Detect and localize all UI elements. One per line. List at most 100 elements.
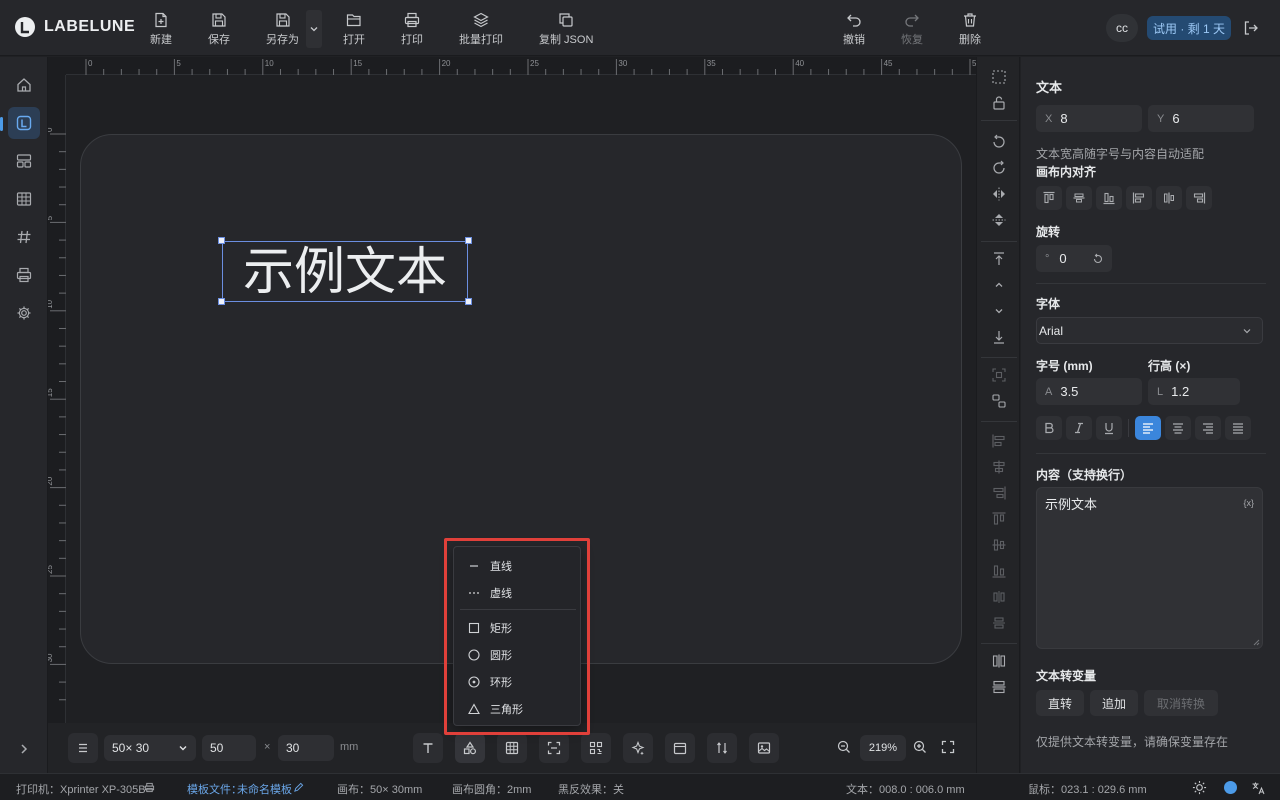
canvas-align-top-button[interactable] <box>1036 186 1062 210</box>
canvas-align-bottom-button[interactable] <box>1096 186 1122 210</box>
align-left-button[interactable] <box>991 433 1007 449</box>
batch-print-button[interactable]: 批量打印 <box>459 12 503 47</box>
bold-button[interactable] <box>1036 416 1062 440</box>
add-date-button[interactable] <box>665 733 695 763</box>
center-v-button[interactable] <box>991 679 1007 695</box>
lock-button[interactable] <box>991 95 1007 111</box>
center-h-button[interactable] <box>991 653 1007 669</box>
resize-handle-nw[interactable] <box>218 237 225 244</box>
ai-button[interactable] <box>623 733 653 763</box>
expand-sidebar-button[interactable] <box>8 733 40 765</box>
text-element[interactable]: 示例文本 <box>222 241 468 302</box>
sidebar-item-serial[interactable] <box>8 221 40 253</box>
add-serial-button[interactable] <box>707 733 737 763</box>
translate-icon[interactable] <box>1251 781 1265 795</box>
zoom-level[interactable]: 219% <box>860 735 906 761</box>
save-as-dropdown[interactable] <box>306 10 322 48</box>
line-height-input[interactable]: L 1.2 <box>1148 378 1240 405</box>
sidebar-item-table[interactable] <box>8 183 40 215</box>
zoom-out-button[interactable] <box>837 740 851 754</box>
logout-button[interactable] <box>1243 20 1259 36</box>
add-table-button[interactable] <box>497 733 527 763</box>
send-to-back-button[interactable] <box>991 329 1007 345</box>
width-input[interactable]: 50 <box>202 735 256 761</box>
distribute-h-button[interactable] <box>991 589 1007 605</box>
redo-button[interactable]: 恢复 <box>901 12 923 47</box>
y-position-input[interactable]: Y 6 <box>1148 105 1254 132</box>
resize-handle-se[interactable] <box>465 298 472 305</box>
font-select[interactable]: Arial <box>1036 317 1263 344</box>
save-button[interactable]: 保存 <box>208 12 230 47</box>
align-top-button[interactable] <box>991 511 1007 527</box>
zoom-in-button[interactable] <box>913 740 927 754</box>
bring-forward-button[interactable] <box>991 277 1007 293</box>
direct-convert-button[interactable]: 直转 <box>1036 690 1084 716</box>
copy-json-button[interactable]: 复制 JSON <box>539 12 593 47</box>
rotation-input[interactable]: ° 0 <box>1036 245 1112 272</box>
italic-button[interactable] <box>1066 416 1092 440</box>
sidebar-item-settings[interactable] <box>8 297 40 329</box>
group-button[interactable] <box>991 367 1007 383</box>
delete-button[interactable]: 删除 <box>959 12 981 47</box>
text-align-left-button[interactable] <box>1135 416 1161 440</box>
trial-badge[interactable]: 试用 · 剩 1 天 <box>1147 16 1231 40</box>
ungroup-button[interactable] <box>991 393 1007 409</box>
add-image-button[interactable] <box>749 733 779 763</box>
send-backward-button[interactable] <box>991 303 1007 319</box>
sidebar-item-label-editor[interactable] <box>8 107 40 139</box>
canvas-align-middle-button[interactable] <box>1066 186 1092 210</box>
align-bottom-button[interactable] <box>991 563 1007 579</box>
select-all-button[interactable] <box>991 69 1007 85</box>
content-textarea[interactable]: 示例文本 {x} <box>1036 487 1263 649</box>
resize-handle-sw[interactable] <box>218 298 225 305</box>
add-text-button[interactable] <box>413 733 443 763</box>
text-align-right-button[interactable] <box>1195 416 1221 440</box>
cancel-convert-button[interactable]: 取消转换 <box>1144 690 1218 716</box>
size-preset-select[interactable]: 50× 30 <box>104 735 196 761</box>
edit-pencil-icon[interactable] <box>293 782 304 793</box>
toolstrip-divider <box>981 421 1017 422</box>
font-size-input[interactable]: A 3.5 <box>1036 378 1142 405</box>
text-align-center-button[interactable] <box>1165 416 1191 440</box>
variable-insert-icon[interactable]: {x} <box>1243 498 1254 508</box>
append-variable-button[interactable]: 追加 <box>1090 690 1138 716</box>
new-button[interactable]: 新建 <box>150 12 172 47</box>
add-qrcode-button[interactable] <box>581 733 611 763</box>
layers-menu-button[interactable] <box>68 733 98 763</box>
undo-button[interactable]: 撤销 <box>843 12 865 47</box>
bring-to-front-button[interactable] <box>991 251 1007 267</box>
resize-handle-ne[interactable] <box>465 237 472 244</box>
reset-rotation-icon[interactable] <box>1092 253 1104 265</box>
accent-color-swatch[interactable] <box>1224 781 1237 794</box>
align-right-button[interactable] <box>991 485 1007 501</box>
canvas-align-center-button[interactable] <box>1156 186 1182 210</box>
add-shape-button[interactable] <box>455 733 485 763</box>
save-as-button[interactable]: 另存为 <box>266 12 299 47</box>
canvas-align-left-button[interactable] <box>1126 186 1152 210</box>
template-name[interactable]: 未命名模板 <box>237 781 292 797</box>
avatar[interactable]: cc <box>1106 14 1138 42</box>
sidebar-item-home[interactable] <box>8 69 40 101</box>
ruler-label: 0 <box>48 127 54 132</box>
resize-grip-icon[interactable] <box>1252 638 1260 646</box>
add-barcode-button[interactable] <box>539 733 569 763</box>
sidebar-item-printers[interactable] <box>8 259 40 291</box>
fit-screen-button[interactable] <box>941 740 955 754</box>
sun-icon[interactable] <box>1192 780 1207 795</box>
align-middle-button[interactable] <box>991 537 1007 553</box>
open-button[interactable]: 打开 <box>343 12 365 47</box>
distribute-v-button[interactable] <box>991 615 1007 631</box>
flip-horizontal-button[interactable] <box>991 186 1007 202</box>
x-position-input[interactable]: X 8 <box>1036 105 1142 132</box>
rotate-right-button[interactable] <box>991 160 1007 176</box>
flip-vertical-button[interactable] <box>991 212 1007 228</box>
align-center-h-button[interactable] <box>991 459 1007 475</box>
height-input[interactable]: 30 <box>278 735 334 761</box>
sidebar-item-templates[interactable] <box>8 145 40 177</box>
rotate-left-button[interactable] <box>991 134 1007 150</box>
printer-icon[interactable] <box>144 782 155 793</box>
text-justify-button[interactable] <box>1225 416 1251 440</box>
print-button[interactable]: 打印 <box>401 12 423 47</box>
canvas-align-right-button[interactable] <box>1186 186 1212 210</box>
underline-button[interactable] <box>1096 416 1122 440</box>
